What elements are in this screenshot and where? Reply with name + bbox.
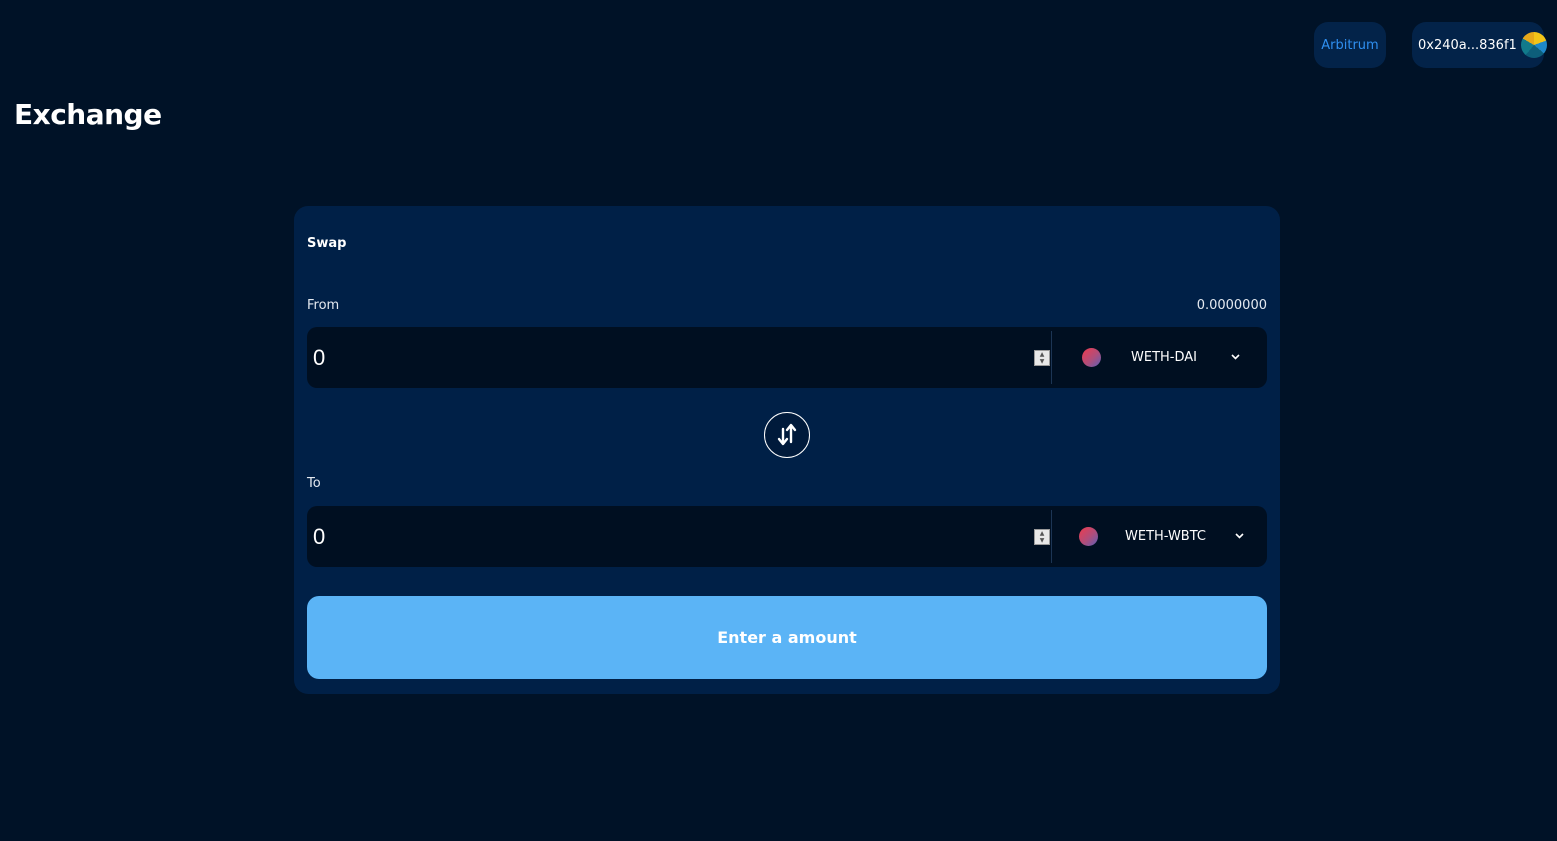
from-amount-stepper[interactable]: ▲ ▼ — [1034, 350, 1050, 366]
page-title: Exchange — [14, 98, 162, 131]
from-token-logo-icon — [1082, 348, 1101, 367]
stepper-down-icon[interactable]: ▼ — [1040, 537, 1045, 544]
chevron-down-icon — [1231, 327, 1240, 388]
from-amount-input[interactable]: 0 — [313, 327, 325, 388]
to-amount-stepper[interactable]: ▲ ▼ — [1034, 529, 1050, 545]
from-label: From — [307, 298, 340, 313]
to-token-logo-icon — [1079, 527, 1098, 546]
to-label: To — [307, 476, 321, 491]
wallet-address: 0x240a...836f1 — [1418, 37, 1517, 53]
to-amount-input[interactable]: 0 — [313, 506, 325, 567]
swap-title: Swap — [307, 236, 347, 251]
to-token-name: WETH-WBTC — [1125, 529, 1206, 544]
to-amount-field: 0 ▲ ▼ WETH-WBTC — [307, 506, 1267, 567]
chevron-down-icon — [1235, 506, 1244, 567]
enter-amount-button[interactable]: Enter a amount — [307, 596, 1267, 679]
swap-direction-button[interactable] — [764, 412, 810, 458]
stepper-up-icon[interactable]: ▲ — [1040, 530, 1045, 537]
stepper-up-icon[interactable]: ▲ — [1040, 351, 1045, 358]
wallet-account-button[interactable]: 0x240a...836f1 — [1412, 22, 1547, 68]
swap-card: Swap From 0.0000000 0 ▲ ▼ WETH-DAI To 0 … — [294, 206, 1280, 694]
to-token-selector[interactable]: WETH-WBTC — [1052, 506, 1267, 567]
from-token-name: WETH-DAI — [1131, 350, 1197, 365]
swap-vertical-arrows-icon — [777, 423, 797, 446]
network-label: Arbitrum — [1321, 37, 1379, 53]
network-selector-button[interactable]: Arbitrum — [1314, 22, 1386, 68]
exchange-page: Arbitrum 0x240a...836f1 Exchange Swap Fr… — [0, 0, 1557, 841]
stepper-down-icon[interactable]: ▼ — [1040, 358, 1045, 365]
from-balance: 0.0000000 — [1196, 298, 1267, 313]
wallet-avatar-icon — [1520, 32, 1547, 58]
from-amount-field: 0 ▲ ▼ WETH-DAI — [307, 327, 1267, 388]
from-token-selector[interactable]: WETH-DAI — [1052, 327, 1267, 388]
